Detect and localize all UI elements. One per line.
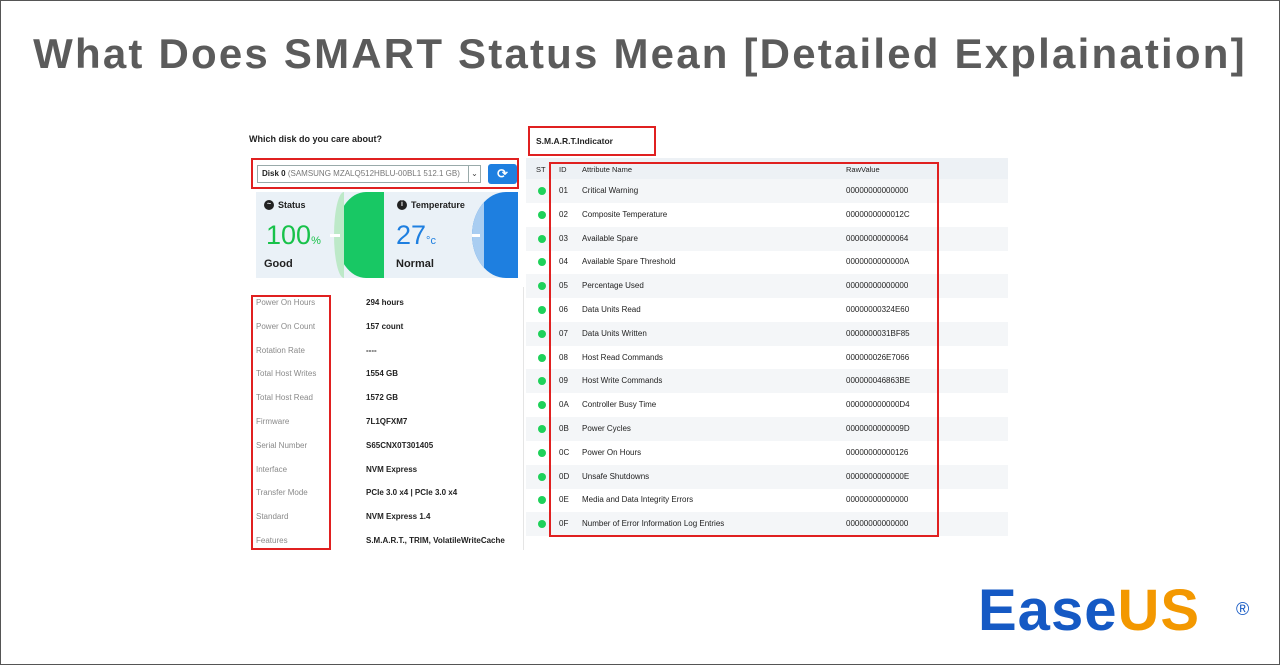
app-screenshot: Which disk do you care about? Disk 0 (SA… xyxy=(244,122,1008,550)
status-dot-icon xyxy=(538,258,546,267)
disk-name: Disk 0 xyxy=(262,169,286,178)
logo-ease: Ease xyxy=(978,578,1118,643)
info-label: Transfer Mode xyxy=(256,488,308,498)
status-dot-icon xyxy=(538,496,546,505)
disk-selector-highlight: Disk 0 (SAMSUNG MZALQ512HBLU-00BL1 512.1… xyxy=(251,158,519,189)
info-value: 1554 GB xyxy=(366,369,399,379)
temperature-gauge-needle xyxy=(472,234,480,237)
info-row: Standard NVM Express 1.4 xyxy=(244,512,524,524)
temperature-state: Normal xyxy=(396,258,434,270)
smart-indicator-title: S.M.A.R.T.Indicator xyxy=(528,126,656,156)
status-card-header: ~ Status xyxy=(264,200,306,210)
info-label: Standard xyxy=(256,512,289,522)
status-dot-icon xyxy=(538,401,546,410)
info-label: Total Host Writes xyxy=(256,369,317,379)
info-row: Interface NVM Express xyxy=(244,465,524,477)
info-label: Power On Hours xyxy=(256,298,316,307)
status-dot-icon xyxy=(538,306,546,314)
status-value: 100% xyxy=(266,222,321,255)
temperature-unit: °c xyxy=(426,235,436,247)
info-label: Features xyxy=(256,536,288,545)
logo-registered-mark: ® xyxy=(1236,599,1251,619)
disk-dropdown[interactable]: Disk 0 (SAMSUNG MZALQ512HBLU-00BL1 512.1… xyxy=(257,165,481,183)
info-label: Total Host Read xyxy=(256,393,313,403)
info-value: NVM Express xyxy=(366,464,418,474)
temperature-label: Temperature xyxy=(411,200,465,210)
info-row: Features S.M.A.R.T., TRIM, VolatileWriteC… xyxy=(244,536,524,548)
refresh-button[interactable]: ⟳ xyxy=(488,164,517,184)
disk-question-label: Which disk do you care about? xyxy=(249,134,383,144)
info-row: Power On Hours 294 hours xyxy=(244,298,524,310)
status-dot-icon xyxy=(538,329,546,338)
status-gauge xyxy=(330,192,384,278)
thermometer-icon: i xyxy=(397,200,407,210)
info-row: Transfer Mode PCIe 3.0 x4 | PCIe 3.0 x4 xyxy=(244,488,524,500)
disk-info-panel: Which disk do you care about? Disk 0 (SA… xyxy=(244,122,524,550)
status-dot-icon xyxy=(538,210,546,219)
info-value: ---- xyxy=(366,345,377,355)
chevron-down-icon[interactable]: ⌄ xyxy=(468,166,480,182)
header-st: ST xyxy=(536,165,546,174)
info-row: Serial Number S65CNX0T301405 xyxy=(244,441,524,453)
status-dot-icon xyxy=(538,520,546,529)
easeus-logo: EaseUS ® xyxy=(978,578,1249,643)
info-label: Interface xyxy=(256,464,288,474)
status-number: 100 xyxy=(266,220,312,250)
refresh-icon: ⟳ xyxy=(497,166,508,181)
info-value: 7L1QFXM7 xyxy=(366,417,408,426)
info-value: 1572 GB xyxy=(366,393,399,403)
temperature-value: 27°c xyxy=(396,222,436,255)
info-value: NVM Express 1.4 xyxy=(366,512,431,522)
status-dot-icon xyxy=(538,282,546,291)
status-gauge-needle xyxy=(330,234,340,237)
temperature-gauge xyxy=(472,192,518,278)
status-dot-icon xyxy=(538,472,546,481)
info-value: S.M.A.R.T., TRIM, VolatileWriteCache xyxy=(366,536,505,545)
logo-us: US xyxy=(1117,578,1201,643)
status-dot-icon xyxy=(538,353,546,362)
info-row: Total Host Writes 1554 GB xyxy=(244,369,524,381)
info-value: 294 hours xyxy=(366,298,404,307)
status-dot-icon xyxy=(538,234,546,243)
info-row: Total Host Read 1572 GB xyxy=(244,393,524,405)
pulse-icon: ~ xyxy=(264,200,274,210)
info-value: S65CNX0T301405 xyxy=(366,440,434,450)
status-label: Status xyxy=(278,200,306,210)
status-dot-icon xyxy=(538,448,546,457)
info-row: Rotation Rate ---- xyxy=(244,346,524,358)
status-dot-icon xyxy=(538,425,546,433)
info-row: Power On Count 157 count xyxy=(244,322,524,334)
smart-indicator-panel: S.M.A.R.T.Indicator ST ID Attribute Name… xyxy=(526,122,1008,550)
info-value: 157 count xyxy=(366,321,404,331)
disk-model: (SAMSUNG MZALQ512HBLU-00BL1 512.1 GB) xyxy=(287,169,460,178)
info-label: Rotation Rate xyxy=(256,345,305,355)
info-row: Firmware 7L1QFXM7 xyxy=(244,417,524,429)
status-unit: % xyxy=(311,235,321,247)
temperature-number: 27 xyxy=(396,220,427,250)
health-cards: ~ Status 100% Good i Temperature 27°c No… xyxy=(256,192,518,278)
smart-table-highlight xyxy=(549,162,939,537)
status-dot-icon xyxy=(538,187,546,195)
status-state: Good xyxy=(264,258,293,270)
info-value: PCIe 3.0 x4 | PCIe 3.0 x4 xyxy=(366,488,458,498)
temperature-card-header: i Temperature xyxy=(397,200,465,210)
status-dot-icon xyxy=(538,377,546,386)
info-label: Power On Count xyxy=(256,321,316,331)
info-label: Serial Number xyxy=(256,440,308,450)
info-label: Firmware xyxy=(256,417,290,426)
page-title: What Does SMART Status Mean [Detailed Ex… xyxy=(33,30,1247,77)
